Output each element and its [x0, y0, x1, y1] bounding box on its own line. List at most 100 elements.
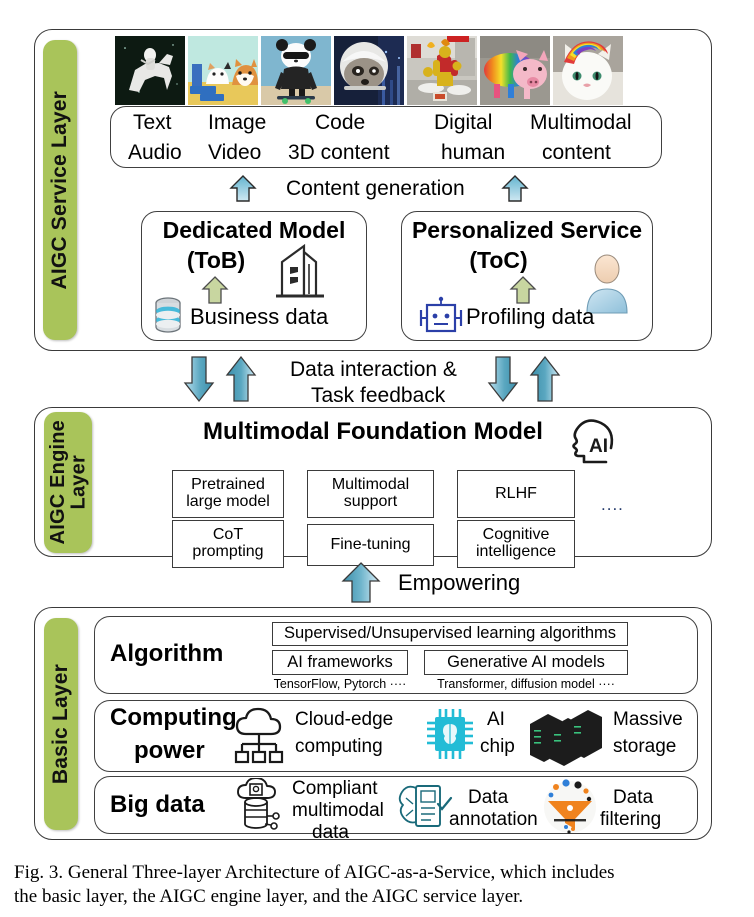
modality-human: human [441, 141, 506, 164]
figure-caption-line2: the basic layer, the AIGC engine layer, … [14, 886, 524, 907]
funnel-filter-icon [542, 779, 598, 840]
ai-frameworks-box[interactable]: AI frameworks [272, 650, 408, 675]
modality-multimodal: Multimodal [530, 111, 632, 134]
figure-caption-line1: Fig. 3. General Three-layer Architecture… [14, 862, 615, 883]
multimodal-foundation-model-title: Multimodal Foundation Model [203, 418, 543, 445]
sidebar-aigc-service-layer-label: AIGC Service Layer [48, 90, 72, 290]
interconnect-down-arrow-left-icon [182, 355, 216, 408]
capability-label: Fine-tuning [330, 535, 411, 553]
modality-audio: Audio [128, 141, 182, 164]
sample-image-strip [115, 36, 623, 105]
sidebar-basic-layer[interactable]: Basic Layer [44, 618, 78, 830]
modality-code: Code [315, 111, 366, 134]
computing-power-title-line2: power [134, 737, 205, 764]
svg-text:AI: AI [589, 436, 608, 457]
thumbnail-cat-and-corgi-painting [188, 36, 258, 105]
database-icon [152, 295, 184, 340]
thumbnail-rainbow-pig [480, 36, 550, 105]
cat-corgi-icon [188, 36, 258, 105]
algorithm-title: Algorithm [110, 640, 224, 667]
interconnect-up-arrow-left-icon [224, 355, 258, 408]
server-rack-icon [528, 708, 604, 771]
interconnect-down-arrow-right-icon [486, 355, 520, 408]
ironman-cooking-icon [407, 36, 477, 105]
generative-ai-models-box[interactable]: Generative AI models [424, 650, 628, 675]
cloud-edge-icon [232, 706, 294, 773]
generative-ai-models-sublabel: Transformer, diffusion model ···· [437, 677, 615, 691]
modality-content: content [542, 141, 611, 164]
empowering-arrow-icon [340, 560, 382, 609]
sidebar-aigc-engine-layer[interactable]: AIGC Engine Layer [44, 412, 92, 553]
robot-icon [418, 296, 464, 341]
astronaut-horse-icon [115, 36, 185, 105]
sidebar-aigc-service-layer[interactable]: AIGC Service Layer [43, 40, 77, 340]
capability-label: Multimodal support [331, 476, 410, 510]
rainbow-pig-icon [480, 36, 550, 105]
rainbow-cat-icon [553, 36, 623, 105]
ai-head-icon: AI [569, 414, 617, 471]
capability-cognitive-intelligence[interactable]: Cognitive intelligence [457, 520, 575, 568]
compliant-multimodal-data-line1: Compliant [292, 778, 378, 799]
content-generation-arrow-right-icon [500, 174, 530, 209]
capability-label: Cognitive intelligence [475, 526, 557, 560]
interconnect-up-arrow-right-icon [528, 355, 562, 408]
data-filtering-line1: Data [613, 787, 654, 808]
capability-label: RLHF [495, 484, 537, 502]
massive-storage-label-line2: storage [613, 736, 677, 757]
panda-skateboard-icon [261, 36, 331, 105]
personalized-service-title: Personalized Service [411, 217, 643, 243]
cloud-edge-label-line2: computing [295, 736, 383, 757]
thumbnail-panda-skateboarding [261, 36, 331, 105]
cloud-database-icon [232, 777, 288, 839]
content-generation-arrow-left-icon [228, 174, 258, 209]
thumbnail-ironman-cooking [407, 36, 477, 105]
engine-label-l2: Layer [67, 455, 89, 510]
thumbnail-astronaut-riding-horse [115, 36, 185, 105]
modality-video: Video [208, 141, 262, 164]
business-data-label: Business data [190, 304, 329, 329]
data-annotation-line2: annotation [449, 809, 538, 830]
engine-label-l1: AIGC Engine [46, 420, 69, 545]
cloud-edge-label-line1: Cloud-edge [295, 709, 394, 730]
modality-3d-content: 3D content [288, 141, 390, 164]
sidebar-basic-layer-label: Basic Layer [49, 663, 73, 785]
data-filtering-line2: filtering [600, 809, 662, 830]
computing-power-title-line1: Computing [110, 704, 237, 731]
big-data-title: Big data [110, 791, 205, 818]
empowering-label: Empowering [398, 570, 521, 595]
compliant-multimodal-data-line3: data [312, 822, 349, 843]
capability-multimodal-support[interactable]: Multimodal support [307, 470, 434, 518]
ai-frameworks-label: AI frameworks [287, 652, 393, 671]
ai-chip-icon [424, 704, 476, 771]
office-building-icon [268, 240, 330, 307]
figure-root: AIGC Service Layer Text Image Code Digit… [0, 0, 754, 917]
data-interaction-label-line1: Data interaction & [290, 358, 457, 381]
sidebar-aigc-engine-layer-label: AIGC Engine Layer [46, 420, 89, 545]
ai-chip-label-line1: AI [487, 709, 505, 730]
modality-text: Text [133, 111, 172, 134]
raccoon-helmet-icon [334, 36, 404, 105]
capability-label: CoT prompting [192, 526, 264, 560]
capability-pretrained-large-model[interactable]: Pretrained large model [172, 470, 284, 518]
capability-rlhf[interactable]: RLHF [457, 470, 575, 518]
capability-cot-prompting[interactable]: CoT prompting [172, 520, 284, 568]
data-annotation-line1: Data [468, 787, 509, 808]
modality-image: Image [208, 111, 267, 134]
modality-digital: Digital [434, 111, 493, 134]
thumbnail-rainbow-hair-cat [553, 36, 623, 105]
dedicated-model-title: Dedicated Model [162, 217, 346, 243]
annotation-icon [398, 782, 454, 837]
ai-frameworks-sublabel: TensorFlow, Pytorch ···· [273, 677, 407, 691]
content-generation-label: Content generation [286, 177, 465, 200]
compliant-multimodal-data-line2: multimodal [292, 800, 384, 821]
data-interaction-label-line2: Task feedback [311, 384, 446, 407]
massive-storage-label-line1: Massive [613, 709, 683, 730]
personalized-service-subtitle: (ToC) [469, 247, 528, 273]
supervised-unsupervised-box[interactable]: Supervised/Unsupervised learning algorit… [272, 622, 628, 646]
thumbnail-raccoon-in-helmet [334, 36, 404, 105]
engine-ellipsis: .... [601, 495, 624, 514]
capability-label: Pretrained large model [186, 476, 270, 510]
profiling-data-label: Profiling data [466, 304, 595, 329]
generative-ai-models-label: Generative AI models [447, 652, 605, 671]
ai-chip-label-line2: chip [480, 736, 515, 757]
